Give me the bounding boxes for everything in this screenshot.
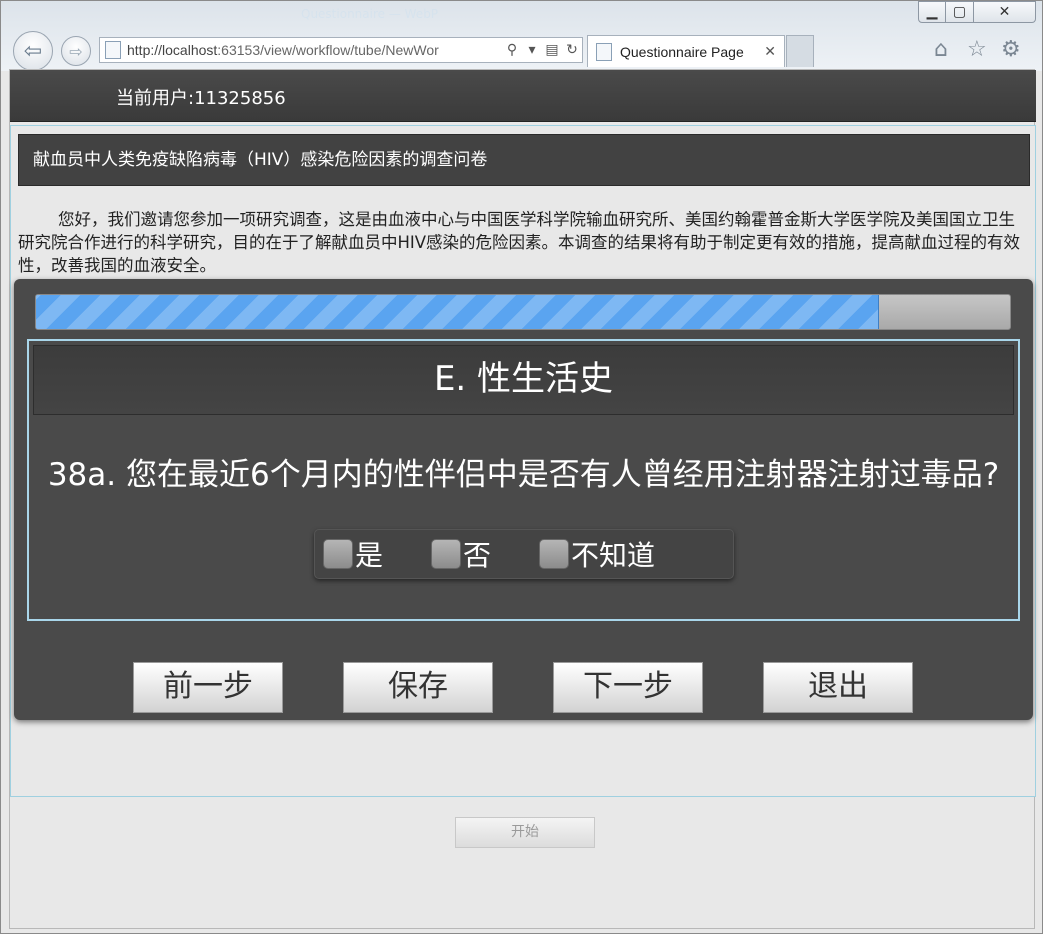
option-unknown[interactable]: 不知道 <box>539 534 655 574</box>
maximize-button[interactable]: ▢ <box>946 1 974 23</box>
close-window-button[interactable]: ✕ <box>974 1 1036 23</box>
home-icon[interactable]: ⌂ <box>934 37 948 62</box>
next-button[interactable]: 下一步 <box>553 662 703 713</box>
user-bar: 当前用户:11325856 <box>10 70 1036 122</box>
question-box: E. 性生活史 38a. 您在最近6个月内的性伴侣中是否有人曾经用注射器注射过毒… <box>27 339 1020 621</box>
star-icon[interactable]: ☆ <box>967 37 987 62</box>
new-tab-button[interactable] <box>786 35 814 67</box>
forward-arrow-icon[interactable]: ⇨ <box>61 36 91 66</box>
minimize-button[interactable]: ▁ <box>918 1 946 23</box>
url-text[interactable]: http://localhost:63153/view/workflow/tub… <box>127 42 502 58</box>
checkbox[interactable] <box>431 539 462 569</box>
tab-close-icon[interactable]: ✕ <box>764 43 776 60</box>
search-icon[interactable]: ⚲ <box>502 42 522 58</box>
gear-icon[interactable]: ⚙ <box>1001 37 1021 62</box>
progress-fill <box>36 295 879 329</box>
intro-text: 您好，我们邀请您参加一项研究调查，这是由血液中心与中国医学科学院输血研究所、美国… <box>18 210 1021 275</box>
section-heading: E. 性生活史 <box>33 345 1014 415</box>
option-label: 不知道 <box>571 539 656 572</box>
back-arrow-icon[interactable]: ⇦ <box>13 31 53 71</box>
dropdown-arrow-icon[interactable]: ▾ <box>522 42 542 58</box>
refresh-icon[interactable]: ↻ <box>562 42 582 58</box>
answer-options: 是 否 不知道 <box>314 529 734 579</box>
option-label: 是 <box>355 539 384 572</box>
progress-bar <box>35 294 1011 330</box>
compatibility-view-icon[interactable]: ▤ <box>542 42 562 58</box>
question-text: 38a. 您在最近6个月内的性伴侣中是否有人曾经用注射器注射过毒品? <box>47 457 1000 493</box>
page-viewport: 当前用户:11325856 献血员中人类免疫缺陷病毒（HIV）感染危险因素的调查… <box>9 69 1036 929</box>
option-yes[interactable]: 是 <box>323 534 383 574</box>
tab-title: Questionnaire Page <box>620 43 744 60</box>
page-frame: 献血员中人类免疫缺陷病毒（HIV）感染危险因素的调查问卷 您好，我们邀请您参加一… <box>10 125 1036 848</box>
prev-button[interactable]: 前一步 <box>133 662 283 713</box>
checkbox[interactable] <box>323 539 353 569</box>
page-icon <box>105 41 121 59</box>
option-no[interactable]: 否 <box>431 534 491 574</box>
checkbox[interactable] <box>539 539 570 569</box>
window-controls: ▁ ▢ ✕ <box>918 1 1036 23</box>
question-panel: E. 性生活史 38a. 您在最近6个月内的性伴侣中是否有人曾经用注射器注射过毒… <box>14 279 1033 720</box>
browser-window: Questionnaire — WebP ▁ ▢ ✕ ⇦ ⇨ http://lo… <box>0 0 1043 934</box>
start-button[interactable]: 开始 <box>455 817 595 848</box>
tab-page-icon <box>596 42 612 61</box>
page-title: 献血员中人类免疫缺陷病毒（HIV）感染危险因素的调查问卷 <box>18 134 1030 186</box>
current-user-label: 当前用户:11325856 <box>116 88 286 109</box>
address-bar[interactable]: http://localhost:63153/view/workflow/tub… <box>99 37 583 63</box>
exit-button[interactable]: 退出 <box>763 662 913 713</box>
save-button[interactable]: 保存 <box>343 662 493 713</box>
option-label: 否 <box>463 539 492 572</box>
tab-questionnaire[interactable]: Questionnaire Page ✕ <box>587 35 785 67</box>
window-title: Questionnaire — WebP <box>301 7 439 21</box>
